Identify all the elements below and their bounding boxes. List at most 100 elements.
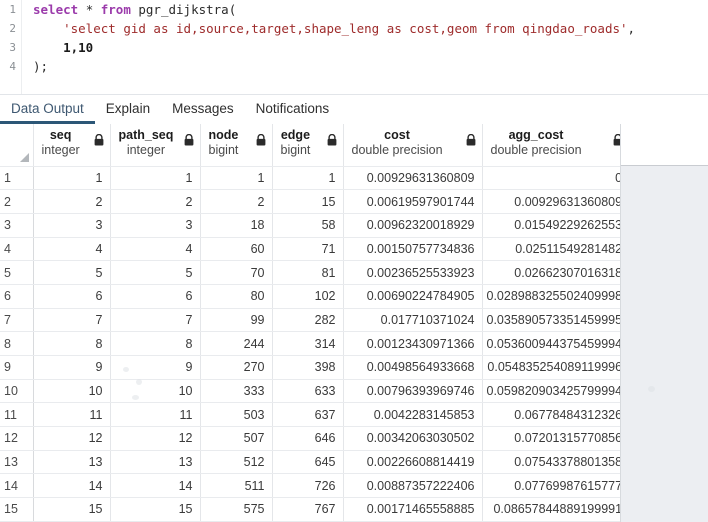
cell-node[interactable]: 1: [200, 166, 273, 191]
output-tab-bar[interactable]: Data Output Explain Messages Notifications: [0, 95, 708, 124]
cell-cost[interactable]: 0.00619597901744: [343, 189, 483, 214]
cell-seq[interactable]: 2: [33, 189, 111, 214]
cell-seq[interactable]: 1: [33, 166, 111, 191]
cell-cost[interactable]: 0.00226608814419: [343, 450, 483, 475]
cell-agg_cost[interactable]: 0.08657844889199991: [482, 497, 631, 522]
cell-agg_cost[interactable]: 0.02662307016318: [482, 260, 631, 285]
cell-agg_cost[interactable]: 0.02511549281482: [482, 237, 631, 262]
table-row[interactable]: 5 5 5 70 81 0.00236525533923 0.02662307016318: [0, 260, 631, 285]
cell-path_seq[interactable]: 6: [110, 284, 201, 309]
row-number-cell[interactable]: 14: [0, 473, 34, 499]
column-header-path_seq[interactable]: path_seq integer: [110, 124, 201, 167]
table-row[interactable]: 11 11 11 503 637 0.0042283145853 0.06778484312…: [0, 402, 631, 428]
cell-agg_cost[interactable]: 0.059820903425799994: [482, 379, 631, 404]
cell-seq[interactable]: 3: [33, 213, 111, 238]
cell-node[interactable]: 60: [200, 237, 273, 262]
sql-editor[interactable]: 1 2 3 4 select * from pgr_dijkstra( 'sel…: [0, 0, 708, 95]
cell-seq[interactable]: 10: [33, 379, 111, 404]
cell-agg_cost[interactable]: 0.01549229262553: [482, 213, 631, 238]
cell-edge[interactable]: 1: [272, 166, 344, 191]
row-number-cell[interactable]: 10: [0, 379, 34, 404]
table-row[interactable]: 9 9 9 270 398 0.00498564933668 0.0548352540891…: [0, 355, 631, 380]
row-number-cell[interactable]: 5: [0, 260, 34, 285]
row-number-cell[interactable]: 13: [0, 450, 34, 475]
cell-seq[interactable]: 13: [33, 450, 111, 475]
cell-agg_cost[interactable]: 0: [482, 166, 631, 191]
cell-path_seq[interactable]: 8: [110, 331, 201, 356]
cell-node[interactable]: 270: [200, 355, 273, 380]
tab-data-output[interactable]: Data Output: [0, 95, 95, 124]
cell-seq[interactable]: 11: [33, 402, 111, 428]
cell-node[interactable]: 507: [200, 426, 273, 451]
cell-node[interactable]: 70: [200, 260, 273, 285]
cell-edge[interactable]: 767: [272, 497, 344, 522]
cell-edge[interactable]: 81: [272, 260, 344, 285]
row-number-cell[interactable]: 11: [0, 402, 34, 428]
table-row[interactable]: 13 13 13 512 645 0.00226608814419 0.0754337880…: [0, 450, 631, 475]
row-number-cell[interactable]: 2: [0, 189, 34, 214]
cell-seq[interactable]: 6: [33, 284, 111, 309]
cell-edge[interactable]: 102: [272, 284, 344, 309]
row-number-cell[interactable]: 7: [0, 308, 34, 333]
cell-cost[interactable]: 0.00498564933668: [343, 355, 483, 380]
cell-path_seq[interactable]: 12: [110, 426, 201, 451]
cell-edge[interactable]: 282: [272, 308, 344, 333]
cell-cost[interactable]: 0.0042283145853: [343, 402, 483, 428]
column-header-edge[interactable]: edge bigint: [272, 124, 344, 167]
cell-node[interactable]: 80: [200, 284, 273, 309]
cell-edge[interactable]: 726: [272, 473, 344, 499]
data-output-grid[interactable]: seq integer path_seq integer node bigint edge b…: [0, 124, 708, 522]
cell-edge[interactable]: 58: [272, 213, 344, 238]
tab-notifications[interactable]: Notifications: [245, 95, 341, 124]
cell-seq[interactable]: 14: [33, 473, 111, 499]
tab-explain[interactable]: Explain: [95, 95, 161, 124]
cell-seq[interactable]: 12: [33, 426, 111, 451]
cell-node[interactable]: 18: [200, 213, 273, 238]
cell-edge[interactable]: 637: [272, 402, 344, 428]
cell-node[interactable]: 333: [200, 379, 273, 404]
cell-path_seq[interactable]: 7: [110, 308, 201, 333]
cell-path_seq[interactable]: 10: [110, 379, 201, 404]
cell-node[interactable]: 575: [200, 497, 273, 522]
cell-cost[interactable]: 0.00123430971366: [343, 331, 483, 356]
cell-agg_cost[interactable]: 0.06778484312326: [482, 402, 631, 428]
cell-path_seq[interactable]: 2: [110, 189, 201, 214]
cell-seq[interactable]: 7: [33, 308, 111, 333]
table-row[interactable]: 3 3 3 18 58 0.00962320018929 0.01549229262553: [0, 213, 631, 238]
cell-cost[interactable]: 0.00150757734836: [343, 237, 483, 262]
cell-edge[interactable]: 15: [272, 189, 344, 214]
cell-path_seq[interactable]: 5: [110, 260, 201, 285]
cell-node[interactable]: 512: [200, 450, 273, 475]
row-number-cell[interactable]: 8: [0, 331, 34, 356]
row-number-cell[interactable]: 9: [0, 355, 34, 380]
cell-node[interactable]: 2: [200, 189, 273, 214]
table-row[interactable]: 8 8 8 244 314 0.00123430971366 0.0536009443754…: [0, 331, 631, 356]
cell-path_seq[interactable]: 3: [110, 213, 201, 238]
sql-code-area[interactable]: select * from pgr_dijkstra( 'select gid …: [23, 0, 708, 94]
cell-path_seq[interactable]: 11: [110, 402, 201, 428]
cell-edge[interactable]: 314: [272, 331, 344, 356]
table-row[interactable]: 15 15 15 575 767 0.00171465558885 0.0865784488…: [0, 497, 631, 522]
cell-edge[interactable]: 646: [272, 426, 344, 451]
table-row[interactable]: 10 10 10 333 633 0.00796393969746 0.0598209034…: [0, 379, 631, 404]
cell-edge[interactable]: 71: [272, 237, 344, 262]
cell-cost[interactable]: 0.00962320018929: [343, 213, 483, 238]
cell-cost[interactable]: 0.00929631360809: [343, 166, 483, 191]
cell-path_seq[interactable]: 15: [110, 497, 201, 522]
table-row[interactable]: 2 2 2 2 15 0.00619597901744 0.00929631360809: [0, 189, 631, 214]
cell-path_seq[interactable]: 13: [110, 450, 201, 475]
cell-path_seq[interactable]: 14: [110, 473, 201, 499]
column-header-seq[interactable]: seq integer: [33, 124, 111, 167]
cell-seq[interactable]: 15: [33, 497, 111, 522]
cell-node[interactable]: 99: [200, 308, 273, 333]
cell-path_seq[interactable]: 1: [110, 166, 201, 191]
table-row[interactable]: 4 4 4 60 71 0.00150757734836 0.02511549281482: [0, 237, 631, 262]
cell-agg_cost[interactable]: 0.035890573351459995: [482, 308, 631, 333]
cell-cost[interactable]: 0.00690224784905: [343, 284, 483, 309]
row-number-cell[interactable]: 1: [0, 166, 34, 191]
tab-messages[interactable]: Messages: [161, 95, 245, 124]
row-number-cell[interactable]: 15: [0, 497, 34, 522]
cell-cost[interactable]: 0.00796393969746: [343, 379, 483, 404]
cell-node[interactable]: 511: [200, 473, 273, 499]
cell-cost[interactable]: 0.00342063030502: [343, 426, 483, 451]
